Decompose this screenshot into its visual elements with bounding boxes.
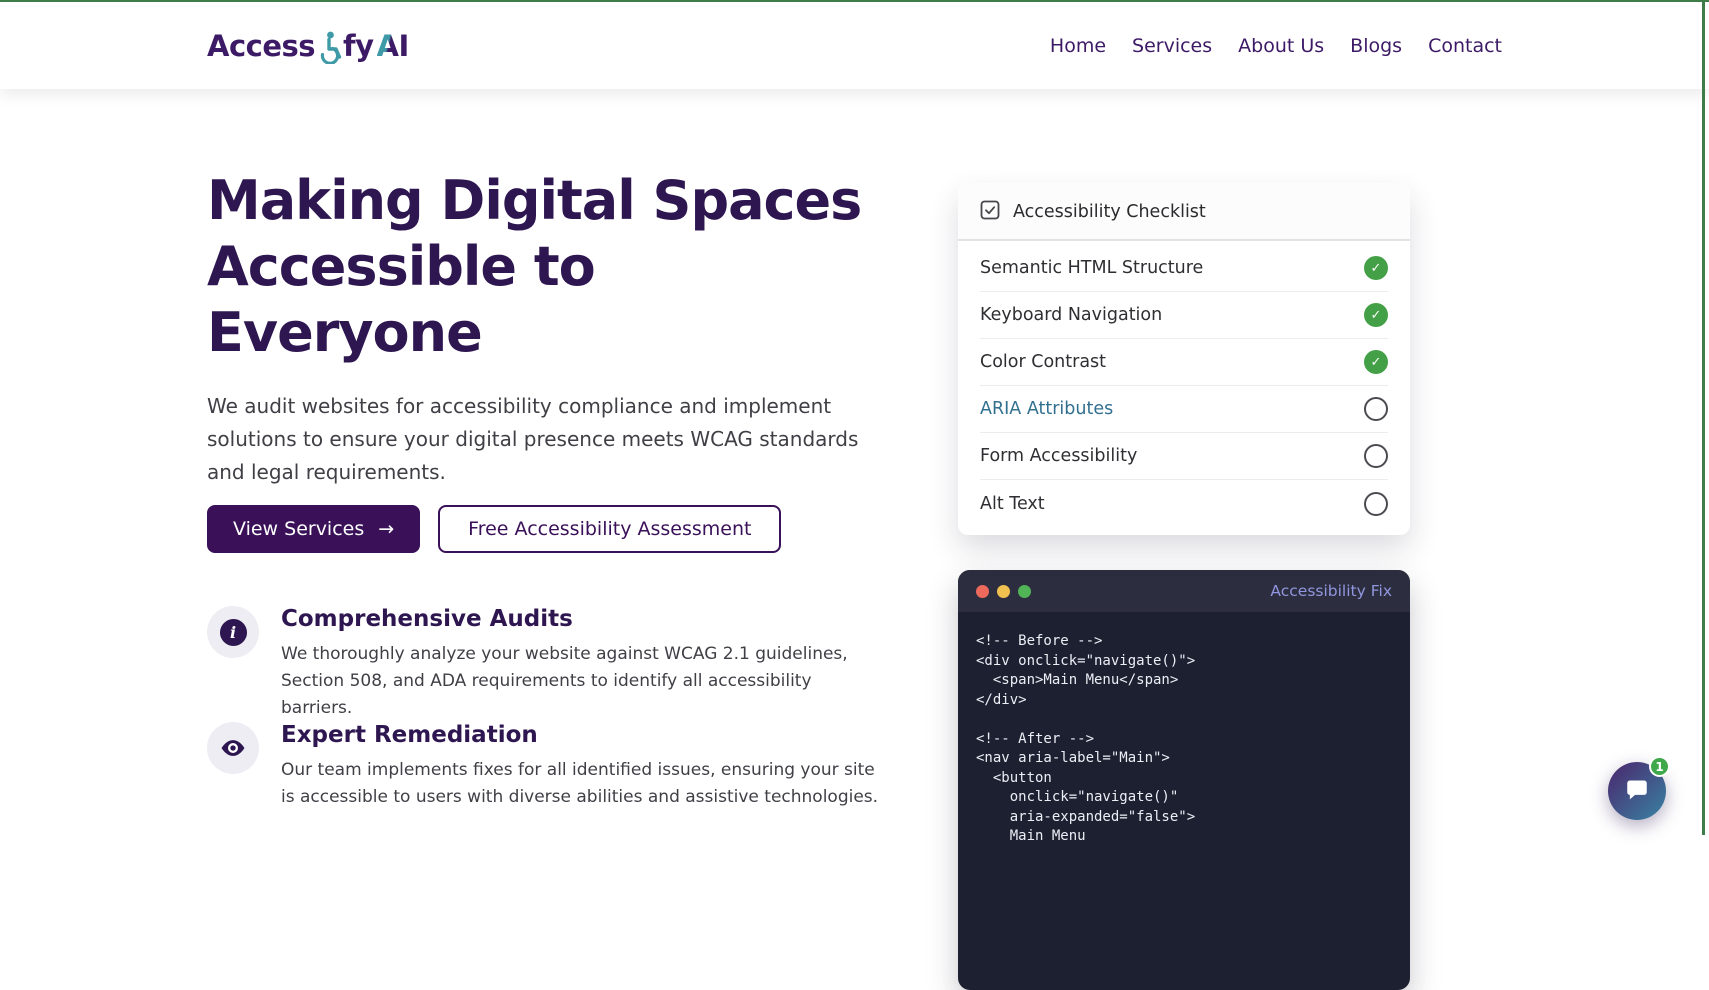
check-circle-icon: ✓ (1364, 303, 1388, 327)
hero-title-line-1: Making Digital Spaces (207, 169, 862, 232)
feature-expert-remediation: Expert Remediation Our team implements f… (207, 722, 881, 811)
feature-description: We thoroughly analyze your website again… (281, 644, 848, 718)
arrow-right-icon: → (378, 518, 395, 540)
logo-text-i: I (398, 29, 410, 63)
nav-link-blogs[interactable]: Blogs (1350, 35, 1402, 57)
code-line: <div onclick="navigate()"> (976, 652, 1196, 669)
feature-title: Expert Remediation (281, 722, 538, 748)
nav-link-home[interactable]: Home (1050, 35, 1106, 57)
checklist-header: Accessibility Checklist (958, 183, 1410, 241)
feature-title: Comprehensive Audits (281, 606, 573, 632)
code-line: <span>Main Menu</span> (976, 672, 1179, 688)
hero-buttons: View Services → Free Accessibility Asses… (207, 505, 782, 553)
nav-link-services[interactable]: Services (1132, 35, 1212, 57)
checklist-item-aria-attributes[interactable]: ARIA Attributes (980, 386, 1388, 433)
code-line: <!-- After --> (976, 730, 1095, 747)
view-services-label: View Services (233, 518, 365, 540)
main-nav: Home Services About Us Blogs Contact (1050, 35, 1502, 57)
empty-circle-icon (1364, 397, 1388, 421)
checklist-item-alt-text[interactable]: Alt Text (980, 480, 1388, 527)
hero-title-line-3: Everyone (207, 301, 483, 364)
checkbox-icon (980, 200, 1000, 224)
check-circle-icon: ✓ (1364, 350, 1388, 374)
nav-link-about-us[interactable]: About Us (1238, 35, 1324, 57)
eye-icon (207, 722, 259, 774)
empty-circle-icon (1364, 444, 1388, 468)
minimize-window-icon[interactable] (997, 584, 1010, 598)
logo[interactable]: Access fy A I (207, 29, 410, 64)
free-assessment-button[interactable]: Free Accessibility Assessment (438, 505, 782, 553)
logo-text-access: Access (207, 29, 316, 63)
hero-title: Making Digital Spaces Accessible to Ever… (207, 168, 862, 366)
code-line: </div> (976, 691, 1027, 708)
feature-description: Our team implements fixes for all identi… (281, 760, 879, 807)
empty-circle-icon (1364, 491, 1388, 516)
view-services-button[interactable]: View Services → (207, 505, 421, 553)
hero-title-line-2: Accessible to (207, 235, 596, 298)
close-window-icon[interactable] (976, 584, 989, 598)
checklist-items: Semantic HTML Structure ✓ Keyboard Navig… (958, 241, 1410, 535)
window-frame-top (0, 0, 1709, 2)
chat-unread-badge: 1 (1649, 756, 1670, 777)
site-header: Access fy A I Home Services About Us Blo… (0, 2, 1709, 89)
code-line: onclick="navigate()" (976, 789, 1179, 805)
logo-text-fy: fy (343, 29, 374, 63)
accessibility-fix-code-card: Accessibility Fix <!-- Before --> <div o… (958, 570, 1410, 990)
checklist-item-color-contrast[interactable]: Color Contrast ✓ (980, 339, 1388, 386)
code-line: <nav aria-label="Main"> (976, 750, 1170, 766)
code-line: aria-expanded="false"> (976, 808, 1196, 825)
feature-comprehensive-audits: i Comprehensive Audits We thoroughly ana… (207, 606, 881, 722)
info-icon: i (207, 606, 259, 658)
code-window-title: Accessibility Fix (1270, 582, 1392, 600)
maximize-window-icon[interactable] (1018, 584, 1031, 598)
code-line: <!-- Before --> (976, 633, 1103, 649)
check-circle-icon: ✓ (1364, 256, 1388, 280)
chat-bubble-icon (1624, 776, 1650, 806)
wheelchair-icon (316, 30, 342, 64)
logo-text-a: A (376, 29, 399, 63)
code-line: Main Menu (976, 828, 1086, 844)
checklist-item-keyboard-navigation[interactable]: Keyboard Navigation ✓ (980, 292, 1388, 339)
accessibility-checklist-card: Accessibility Checklist Semantic HTML St… (958, 183, 1410, 535)
code-editor[interactable]: <!-- Before --> <div onclick="navigate()… (958, 612, 1410, 867)
checklist-item-form-accessibility[interactable]: Form Accessibility (980, 433, 1388, 480)
checklist-item-semantic-html[interactable]: Semantic HTML Structure ✓ (980, 245, 1388, 292)
checklist-title: Accessibility Checklist (1013, 202, 1206, 222)
nav-link-contact[interactable]: Contact (1428, 35, 1502, 57)
chat-launcher-button[interactable]: 1 (1608, 756, 1670, 820)
window-frame-right (1702, 0, 1705, 835)
hero-description: We audit websites for accessibility comp… (207, 394, 859, 484)
code-line: <button (976, 769, 1052, 786)
code-window-titlebar: Accessibility Fix (958, 570, 1410, 612)
